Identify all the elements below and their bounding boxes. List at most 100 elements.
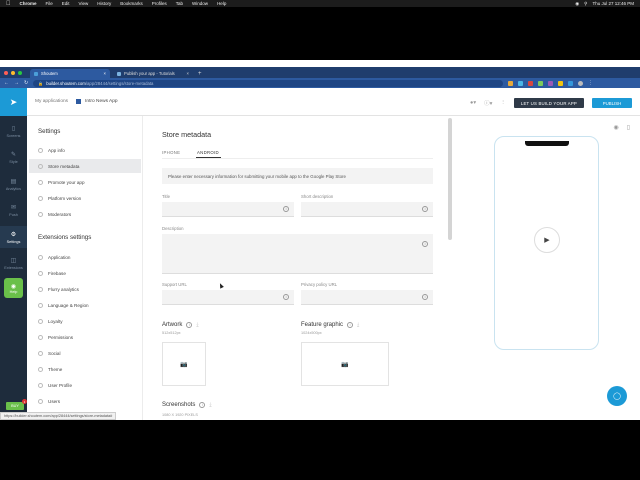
menu-help[interactable]: Help bbox=[217, 1, 226, 6]
wifi-icon[interactable]: ◉ bbox=[575, 1, 579, 7]
privacy-policy-url-field[interactable]: i bbox=[301, 290, 433, 305]
artwork-upload[interactable]: 📷 bbox=[162, 342, 206, 386]
rail-push[interactable]: ✉ Push bbox=[0, 199, 27, 221]
settings-item-app-info[interactable]: App info bbox=[29, 143, 141, 157]
menu-edit[interactable]: Edit bbox=[62, 1, 70, 6]
extension-icon[interactable] bbox=[538, 80, 544, 86]
info-banner: Please enter necessary information for s… bbox=[162, 168, 433, 184]
short-description-field[interactable]: i bbox=[301, 202, 433, 217]
settings-item-moderators[interactable]: Moderators bbox=[29, 207, 141, 221]
browser-tab-shoutem[interactable]: Shoutem × bbox=[30, 69, 110, 78]
support-url-field[interactable]: i bbox=[162, 290, 294, 305]
download-icon[interactable]: ⤓ bbox=[196, 322, 198, 328]
ext-item-permissions[interactable]: Permissions bbox=[29, 330, 141, 344]
extension-icon bbox=[38, 398, 43, 404]
browser-tab-tutorials[interactable]: Publish your app - Tutorials × bbox=[113, 69, 193, 78]
settings-item-platform-version[interactable]: Platform version bbox=[29, 191, 141, 205]
ext-item-language[interactable]: Language & Region bbox=[29, 298, 141, 312]
menu-profiles[interactable]: Profiles bbox=[152, 1, 167, 6]
help-icon[interactable]: ⓘ▾ bbox=[484, 99, 492, 107]
menu-window[interactable]: Window bbox=[192, 1, 208, 6]
play-icon[interactable]: ▶ bbox=[534, 227, 560, 253]
shoutem-logo-icon[interactable]: ➤ bbox=[0, 88, 27, 116]
zoom-window-icon[interactable] bbox=[18, 70, 22, 75]
tab-iphone[interactable]: IPHONE bbox=[162, 150, 180, 155]
menubar-clock[interactable]: Thu Jul 27 12:46 PM bbox=[592, 1, 634, 6]
tab-label: Publish your app - Tutorials bbox=[124, 71, 175, 76]
info-icon[interactable]: i bbox=[422, 206, 428, 212]
ext-item-social[interactable]: Social bbox=[29, 346, 141, 360]
app-selector[interactable]: Intro News App bbox=[76, 99, 118, 104]
menu-file[interactable]: File bbox=[46, 1, 53, 6]
artwork-label: Artwork bbox=[162, 322, 183, 328]
search-icon[interactable]: ⚲ bbox=[584, 1, 587, 7]
rail-settings[interactable]: ⚙ Settings bbox=[0, 226, 27, 248]
info-icon[interactable]: i bbox=[186, 322, 193, 328]
menu-chrome[interactable]: Chrome bbox=[20, 1, 37, 6]
info-icon[interactable]: i bbox=[199, 402, 206, 408]
ext-item-user-profile[interactable]: User Profile bbox=[29, 378, 141, 392]
rail-extensions[interactable]: ◫ Extensions bbox=[0, 252, 27, 274]
info-icon[interactable]: i bbox=[347, 322, 354, 328]
rail-analytics[interactable]: ▤ Analytics bbox=[0, 173, 27, 195]
extension-icon[interactable] bbox=[548, 80, 554, 86]
ext-item-application[interactable]: Application bbox=[29, 250, 141, 264]
help-button[interactable]: ◉ Help bbox=[4, 278, 23, 298]
back-icon[interactable]: ← bbox=[4, 80, 9, 86]
close-tab-icon[interactable]: × bbox=[104, 71, 106, 76]
extension-icon[interactable] bbox=[508, 80, 514, 86]
rail-style[interactable]: ✎ Style bbox=[0, 146, 27, 168]
extension-icon[interactable] bbox=[518, 80, 524, 86]
ext-item-flurry[interactable]: Flurry analytics bbox=[29, 282, 141, 296]
extension-icon[interactable] bbox=[528, 80, 534, 86]
extension-icon[interactable] bbox=[558, 80, 564, 86]
menu-view[interactable]: View bbox=[79, 1, 89, 6]
buy-button[interactable]: BUY bbox=[6, 402, 24, 410]
download-icon[interactable]: ⤓ bbox=[209, 402, 211, 408]
new-tab-button[interactable]: + bbox=[196, 69, 202, 78]
reload-icon[interactable]: ↻ bbox=[24, 80, 28, 86]
rail-label: Analytics bbox=[5, 186, 22, 191]
publish-button[interactable]: PUBLISH bbox=[592, 98, 632, 108]
menu-bookmarks[interactable]: Bookmarks bbox=[120, 1, 143, 6]
rail-screens[interactable]: ▯ Screens bbox=[0, 120, 27, 142]
my-applications-link[interactable]: My applications bbox=[35, 99, 68, 104]
settings-item-promote[interactable]: Promote your app bbox=[29, 175, 141, 189]
form-scrollbar[interactable] bbox=[448, 118, 452, 240]
feature-graphic-upload[interactable]: 📷 bbox=[301, 342, 389, 386]
devices-icon[interactable]: ▯ bbox=[627, 124, 630, 131]
tab-android[interactable]: ANDROID bbox=[197, 150, 219, 155]
info-icon[interactable]: i bbox=[283, 206, 289, 212]
title-field[interactable]: i bbox=[162, 202, 294, 217]
ext-item-users[interactable]: Users bbox=[29, 394, 141, 408]
close-window-icon[interactable] bbox=[4, 70, 8, 75]
profile-avatar[interactable] bbox=[578, 80, 584, 86]
chat-icon[interactable]: ◯ bbox=[607, 386, 627, 406]
close-tab-icon[interactable]: × bbox=[187, 71, 189, 76]
chrome-menu-icon[interactable]: ⋮ bbox=[588, 80, 593, 86]
artwork-heading: Artwork i ⤓ bbox=[162, 322, 199, 328]
user-icon[interactable]: ●▾ bbox=[470, 100, 476, 106]
info-icon[interactable]: i bbox=[422, 294, 428, 300]
download-icon[interactable]: ⤓ bbox=[357, 322, 359, 328]
extension-icon[interactable] bbox=[568, 80, 574, 86]
settings-item-label: Promote your app bbox=[48, 179, 85, 185]
url-bar[interactable]: 🔒 builder.shoutem.com/app/28444/settings… bbox=[33, 79, 504, 87]
info-icon[interactable]: i bbox=[422, 241, 428, 247]
build-app-button[interactable]: LET US BUILD YOUR APP bbox=[513, 98, 584, 108]
description-textarea[interactable]: i bbox=[162, 234, 433, 274]
more-icon[interactable]: ⋮ bbox=[500, 100, 506, 106]
forward-icon[interactable]: → bbox=[14, 80, 19, 86]
camera-icon[interactable]: ◉ bbox=[613, 124, 618, 131]
ext-item-firebase[interactable]: Firebase bbox=[29, 266, 141, 280]
rail-label: Extensions bbox=[4, 265, 23, 270]
apple-icon[interactable]:  bbox=[6, 1, 11, 7]
menu-tab[interactable]: Tab bbox=[176, 1, 183, 6]
settings-item-store-metadata[interactable]: Store metadata bbox=[29, 159, 141, 173]
info-icon[interactable]: i bbox=[283, 294, 289, 300]
menu-history[interactable]: History bbox=[97, 1, 111, 6]
ext-item-theme[interactable]: Theme bbox=[29, 362, 141, 376]
minimize-window-icon[interactable] bbox=[11, 70, 15, 75]
screenshots-label: Screenshots bbox=[162, 402, 196, 408]
ext-item-loyalty[interactable]: Loyalty bbox=[29, 314, 141, 328]
